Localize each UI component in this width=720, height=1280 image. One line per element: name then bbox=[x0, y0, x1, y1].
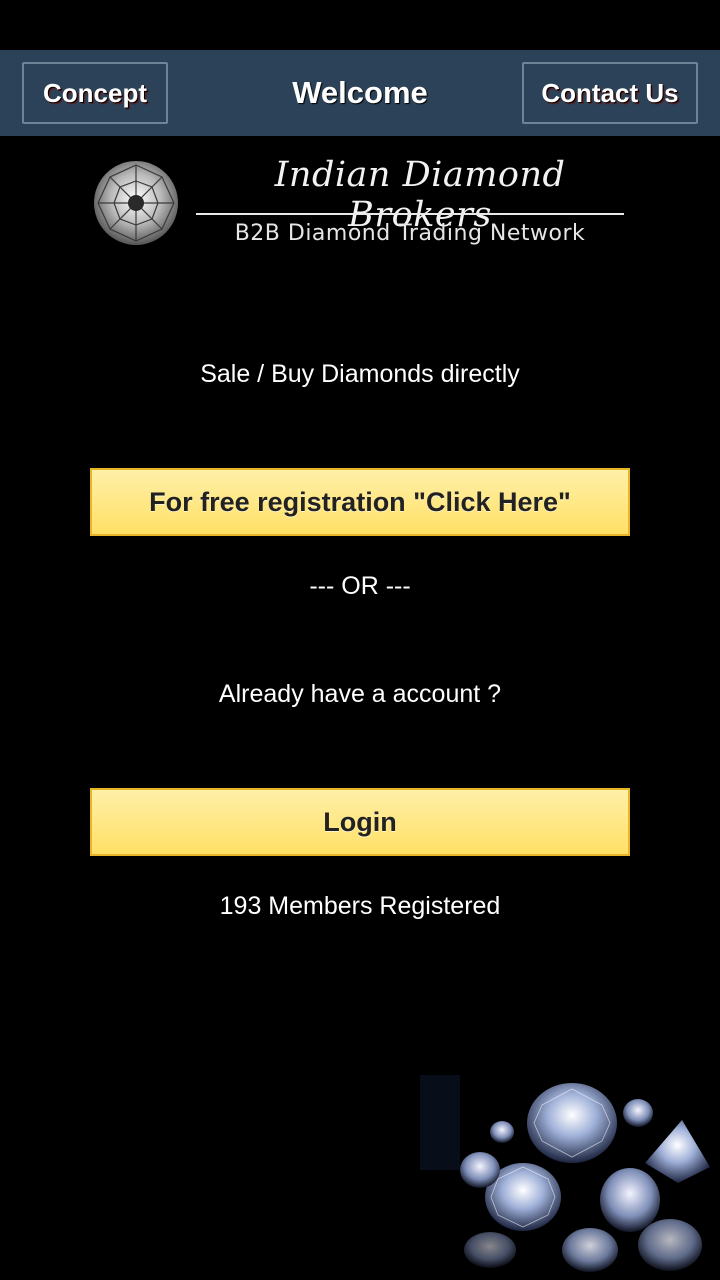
page-title: Welcome bbox=[292, 75, 428, 110]
account-prompt: Already have a account ? bbox=[218, 680, 502, 708]
contact-us-button[interactable]: Contact Us bbox=[522, 62, 698, 124]
concept-button[interactable]: Concept bbox=[22, 62, 168, 124]
intro-text: Sale / Buy Diamonds directly bbox=[200, 360, 520, 388]
login-button[interactable]: Login bbox=[90, 788, 630, 856]
diamond-icon bbox=[94, 161, 178, 245]
top-header: Concept Welcome Contact Us bbox=[0, 50, 720, 136]
brand-tagline: B2B Diamond Trading Network bbox=[234, 221, 586, 246]
logo-divider bbox=[196, 213, 624, 215]
brand-logo: Indian Diamond Brokers B2B Diamond Tradi… bbox=[90, 155, 630, 255]
members-count: 193 Members Registered bbox=[219, 892, 501, 920]
diamonds-image bbox=[420, 1075, 710, 1272]
or-separator: --- OR --- bbox=[309, 572, 411, 600]
status-bar bbox=[0, 0, 720, 50]
free-registration-button[interactable]: For free registration "Click Here" bbox=[90, 468, 630, 536]
